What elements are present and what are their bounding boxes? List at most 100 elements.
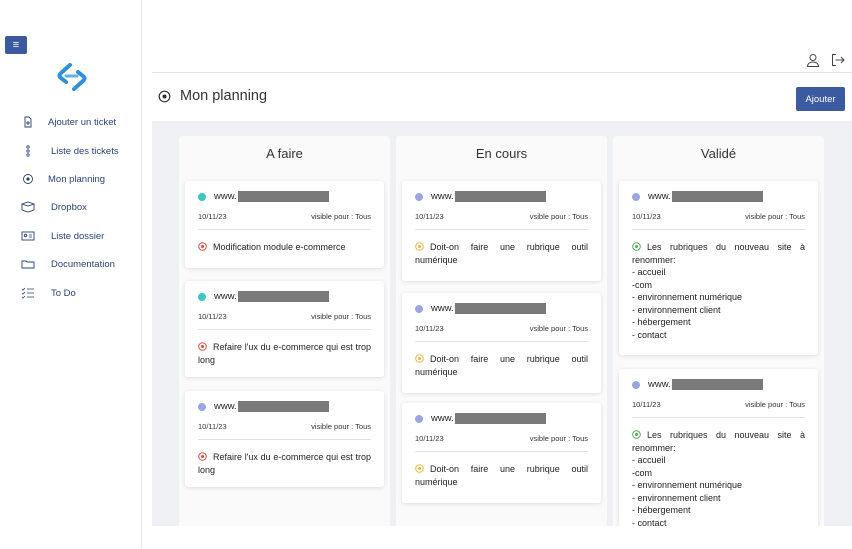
card-url[interactable]: www.	[648, 379, 671, 390]
priority-dot	[198, 292, 206, 301]
status-icon	[632, 242, 641, 251]
card-url[interactable]: www.	[214, 291, 237, 302]
id-card-icon	[18, 230, 38, 242]
redacted-url	[237, 291, 329, 302]
ticket-card[interactable]: www. 10/11/23 visible pour : Tous Refaire l…	[185, 391, 384, 487]
card-url[interactable]: www.	[648, 191, 671, 202]
redacted-url	[454, 413, 546, 424]
card-divider	[198, 439, 371, 440]
sidebar-item-liste-tickets[interactable]: Liste des tickets	[18, 143, 119, 159]
card-url[interactable]: www.	[431, 413, 454, 424]
card-list-item: - accueil	[632, 267, 666, 277]
ticket-card[interactable]: www. 10/11/23 vsible pour : Tous Doit-on fa…	[402, 293, 601, 393]
card-divider	[198, 229, 371, 230]
card-text: Doit-on faire une rubrique outil numériq…	[415, 242, 588, 265]
card-description: Modification module e-commerce	[198, 241, 371, 254]
status-icon	[415, 464, 424, 473]
ticket-card[interactable]: www. 10/11/23 vsible pour : Tous Doit-on fa…	[402, 403, 601, 503]
checklist-icon	[18, 287, 38, 299]
card-url[interactable]: www.	[214, 401, 237, 412]
card-divider	[415, 341, 588, 342]
card-text: Refaire l'ux du e-commerce qui est trop …	[198, 452, 371, 475]
card-description: Doit-on faire une rubrique outil numériq…	[415, 463, 588, 488]
column-a-faire: A faire www. 10/11/23 visible pour : Tous M…	[179, 136, 390, 526]
ticket-card[interactable]: www. 10/11/23 vsible pour : Tous Doit-on fa…	[402, 181, 601, 281]
ticket-card[interactable]: www. 10/11/23 visible pour : Tous Refaire l…	[185, 281, 384, 377]
sidebar-item-label: Mon planning	[48, 173, 106, 185]
card-url[interactable]: www.	[431, 191, 454, 202]
user-icon[interactable]	[806, 53, 820, 67]
status-icon	[415, 242, 424, 251]
card-meta: 10/11/23 vsible pour : Tous	[415, 212, 588, 221]
card-description: Doit-on faire une rubrique outil numériq…	[415, 353, 588, 378]
card-meta: 10/11/23 visible pour : Tous	[632, 400, 805, 409]
card-meta: 10/11/23 visible pour : Tous	[198, 422, 371, 431]
menu-toggle-button[interactable]: ≡	[5, 36, 27, 54]
redacted-url	[671, 191, 763, 202]
header-divider	[152, 72, 852, 73]
card-visibility: visible pour : Tous	[311, 312, 371, 321]
sidebar-item-documentation[interactable]: Documentation	[18, 256, 115, 272]
sidebar-item-dropbox[interactable]: Dropbox	[18, 199, 87, 215]
priority-dot	[415, 304, 423, 313]
card-divider	[198, 329, 371, 330]
card-header: www.	[632, 191, 763, 202]
status-icon	[198, 342, 207, 351]
priority-dot	[632, 192, 640, 201]
column-title: Validé	[700, 146, 737, 161]
card-divider	[632, 229, 805, 230]
card-text: Refaire l'ux du e-commerce qui est trop …	[198, 342, 371, 365]
card-visibility: visible pour : Tous	[745, 212, 805, 221]
card-meta: 10/11/23 visible pour : Tous	[198, 212, 371, 221]
card-visibility: vsible pour : Tous	[529, 212, 588, 221]
ticket-card[interactable]: www. 10/11/23 visible pour : Tous Les rubri…	[619, 369, 818, 526]
redacted-url	[237, 191, 329, 202]
status-icon	[198, 242, 207, 251]
card-date: 10/11/23	[415, 324, 444, 333]
card-date: 10/11/23	[415, 212, 444, 221]
card-list-item: - environnement numérique	[632, 292, 743, 302]
sidebar-item-label: Documentation	[51, 258, 115, 270]
card-divider	[415, 229, 588, 230]
card-visibility: visible pour : Tous	[311, 212, 371, 221]
card-description: Les rubriques du nouveau site à renommer…	[632, 241, 805, 341]
target-icon	[18, 173, 38, 185]
sidebar-item-mon-planning[interactable]: Mon planning	[18, 171, 105, 187]
priority-dot	[198, 192, 206, 201]
card-meta: 10/11/23 vsible pour : Tous	[415, 324, 588, 333]
folder-icon	[18, 258, 38, 270]
sidebar-item-label: Liste des tickets	[51, 145, 119, 157]
card-header: www.	[198, 191, 329, 202]
card-date: 10/11/23	[632, 400, 661, 409]
card-list-item: - hébergement	[632, 317, 691, 327]
dots-vertical-icon	[18, 145, 38, 157]
file-plus-icon	[18, 116, 38, 128]
redacted-url	[237, 401, 329, 412]
priority-dot	[198, 402, 206, 411]
logout-icon[interactable]	[831, 53, 845, 67]
card-url[interactable]: www.	[214, 191, 237, 202]
redacted-url	[454, 191, 546, 202]
card-header: www.	[415, 413, 546, 424]
card-list-item: - contact	[632, 517, 667, 527]
status-icon	[632, 430, 641, 439]
card-header: www.	[415, 191, 546, 202]
sidebar-item-label: Dropbox	[51, 201, 87, 213]
card-date: 10/11/23	[632, 212, 661, 221]
card-list-item: - environnement client	[632, 304, 721, 315]
card-divider	[415, 451, 588, 452]
ticket-card[interactable]: www. 10/11/23 visible pour : Tous Modificat…	[185, 181, 384, 268]
card-header: www.	[632, 379, 763, 390]
card-text: Doit-on faire une rubrique outil numériq…	[415, 464, 588, 487]
sidebar-item-todo[interactable]: To Do	[18, 285, 76, 301]
add-button[interactable]: Ajouter	[796, 87, 845, 111]
card-header: www.	[415, 303, 546, 314]
card-header: www.	[198, 401, 329, 412]
ticket-card[interactable]: www. 10/11/23 visible pour : Tous Les rubri…	[619, 181, 818, 355]
card-url[interactable]: www.	[431, 303, 454, 314]
card-date: 10/11/23	[198, 422, 227, 431]
status-icon	[415, 354, 424, 363]
sidebar-item-liste-dossier[interactable]: Liste dossier	[18, 228, 104, 244]
card-list-item: - accueil	[632, 455, 666, 465]
sidebar-item-ajouter-ticket[interactable]: Ajouter un ticket	[18, 114, 116, 130]
